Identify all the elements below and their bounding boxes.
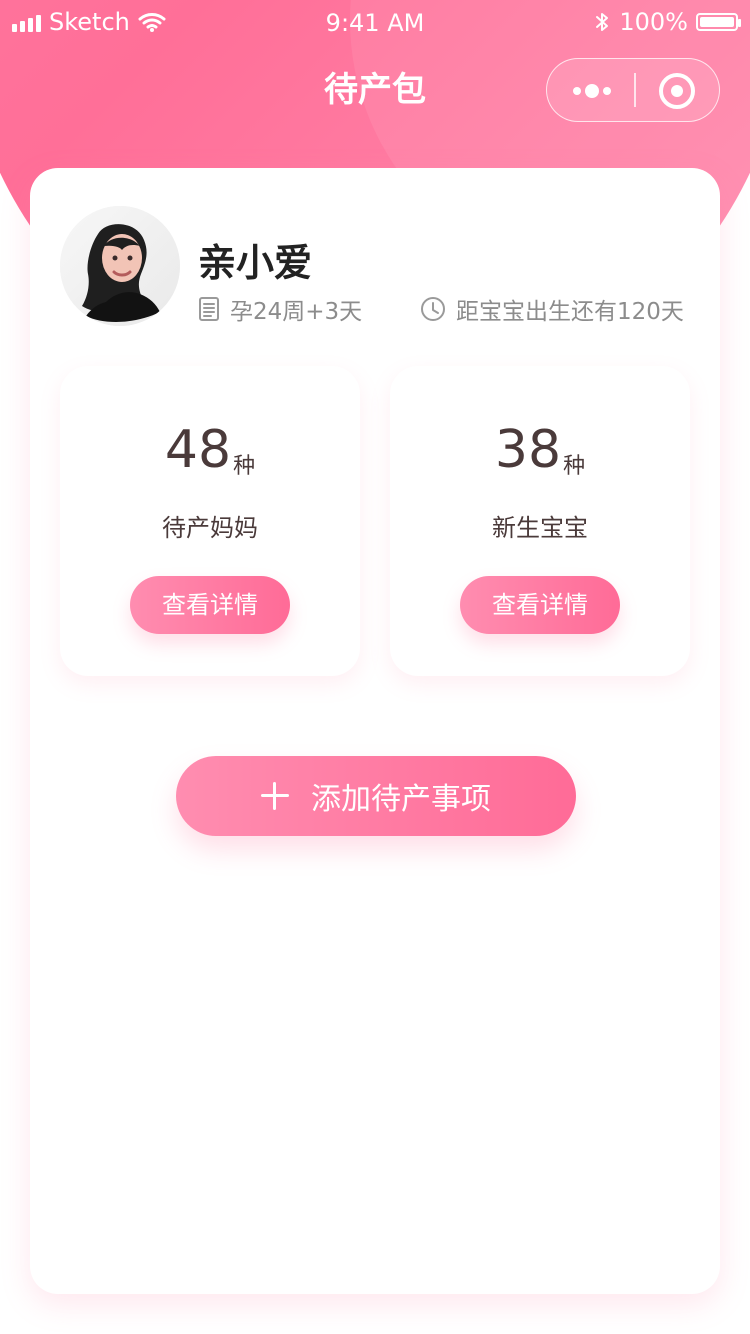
bluetooth-icon — [596, 13, 609, 31]
stat-label: 待产妈妈 — [162, 514, 258, 542]
avatar-image — [60, 206, 180, 326]
pregnancy-week: 孕24周+3天 — [230, 299, 363, 325]
view-details-button-mother[interactable]: 查看详情 — [130, 576, 290, 634]
status-bar: Sketch 9:41 AM 100% — [0, 0, 750, 44]
clock-icon — [421, 297, 445, 321]
document-icon — [199, 297, 219, 321]
main-card: 亲小爱 孕24周+3天 距宝宝出生还有120天 48种 待产妈妈 查看详情 38… — [30, 168, 720, 1294]
page: Sketch 9:41 AM 100% 待产包 亲小爱 孕24周+3天 距宝宝出… — [0, 0, 750, 1334]
avatar[interactable] — [60, 206, 180, 326]
battery-percent: 100% — [619, 8, 688, 36]
plus-icon — [261, 782, 289, 810]
add-item-button[interactable]: 添加待产事项 — [176, 756, 576, 836]
stat-unit: 种 — [563, 454, 586, 479]
stat-number: 38 — [494, 420, 562, 480]
stat-card-baby: 38种 新生宝宝 查看详情 — [390, 366, 690, 676]
more-icon[interactable] — [569, 79, 615, 103]
stat-value: 38种 — [390, 424, 690, 479]
view-details-button-baby[interactable]: 查看详情 — [460, 576, 620, 634]
stat-card-mother: 48种 待产妈妈 查看详情 — [60, 366, 360, 676]
target-icon[interactable] — [657, 71, 697, 111]
pregnancy-info: 孕24周+3天 — [198, 292, 362, 326]
add-item-label: 添加待产事项 — [311, 782, 491, 817]
due-countdown: 距宝宝出生还有120天 — [456, 299, 684, 325]
battery-icon — [696, 13, 741, 31]
due-info: 距宝宝出生还有120天 — [420, 292, 684, 326]
stat-unit: 种 — [233, 454, 256, 479]
battery-fill — [700, 17, 734, 27]
stat-value: 48种 — [60, 424, 360, 479]
user-name: 亲小爱 — [198, 241, 313, 285]
status-right: 100% — [593, 8, 741, 36]
stat-label: 新生宝宝 — [492, 514, 588, 542]
stat-number: 48 — [164, 420, 232, 480]
mini-program-capsule — [546, 58, 720, 122]
capsule-divider — [634, 73, 636, 107]
